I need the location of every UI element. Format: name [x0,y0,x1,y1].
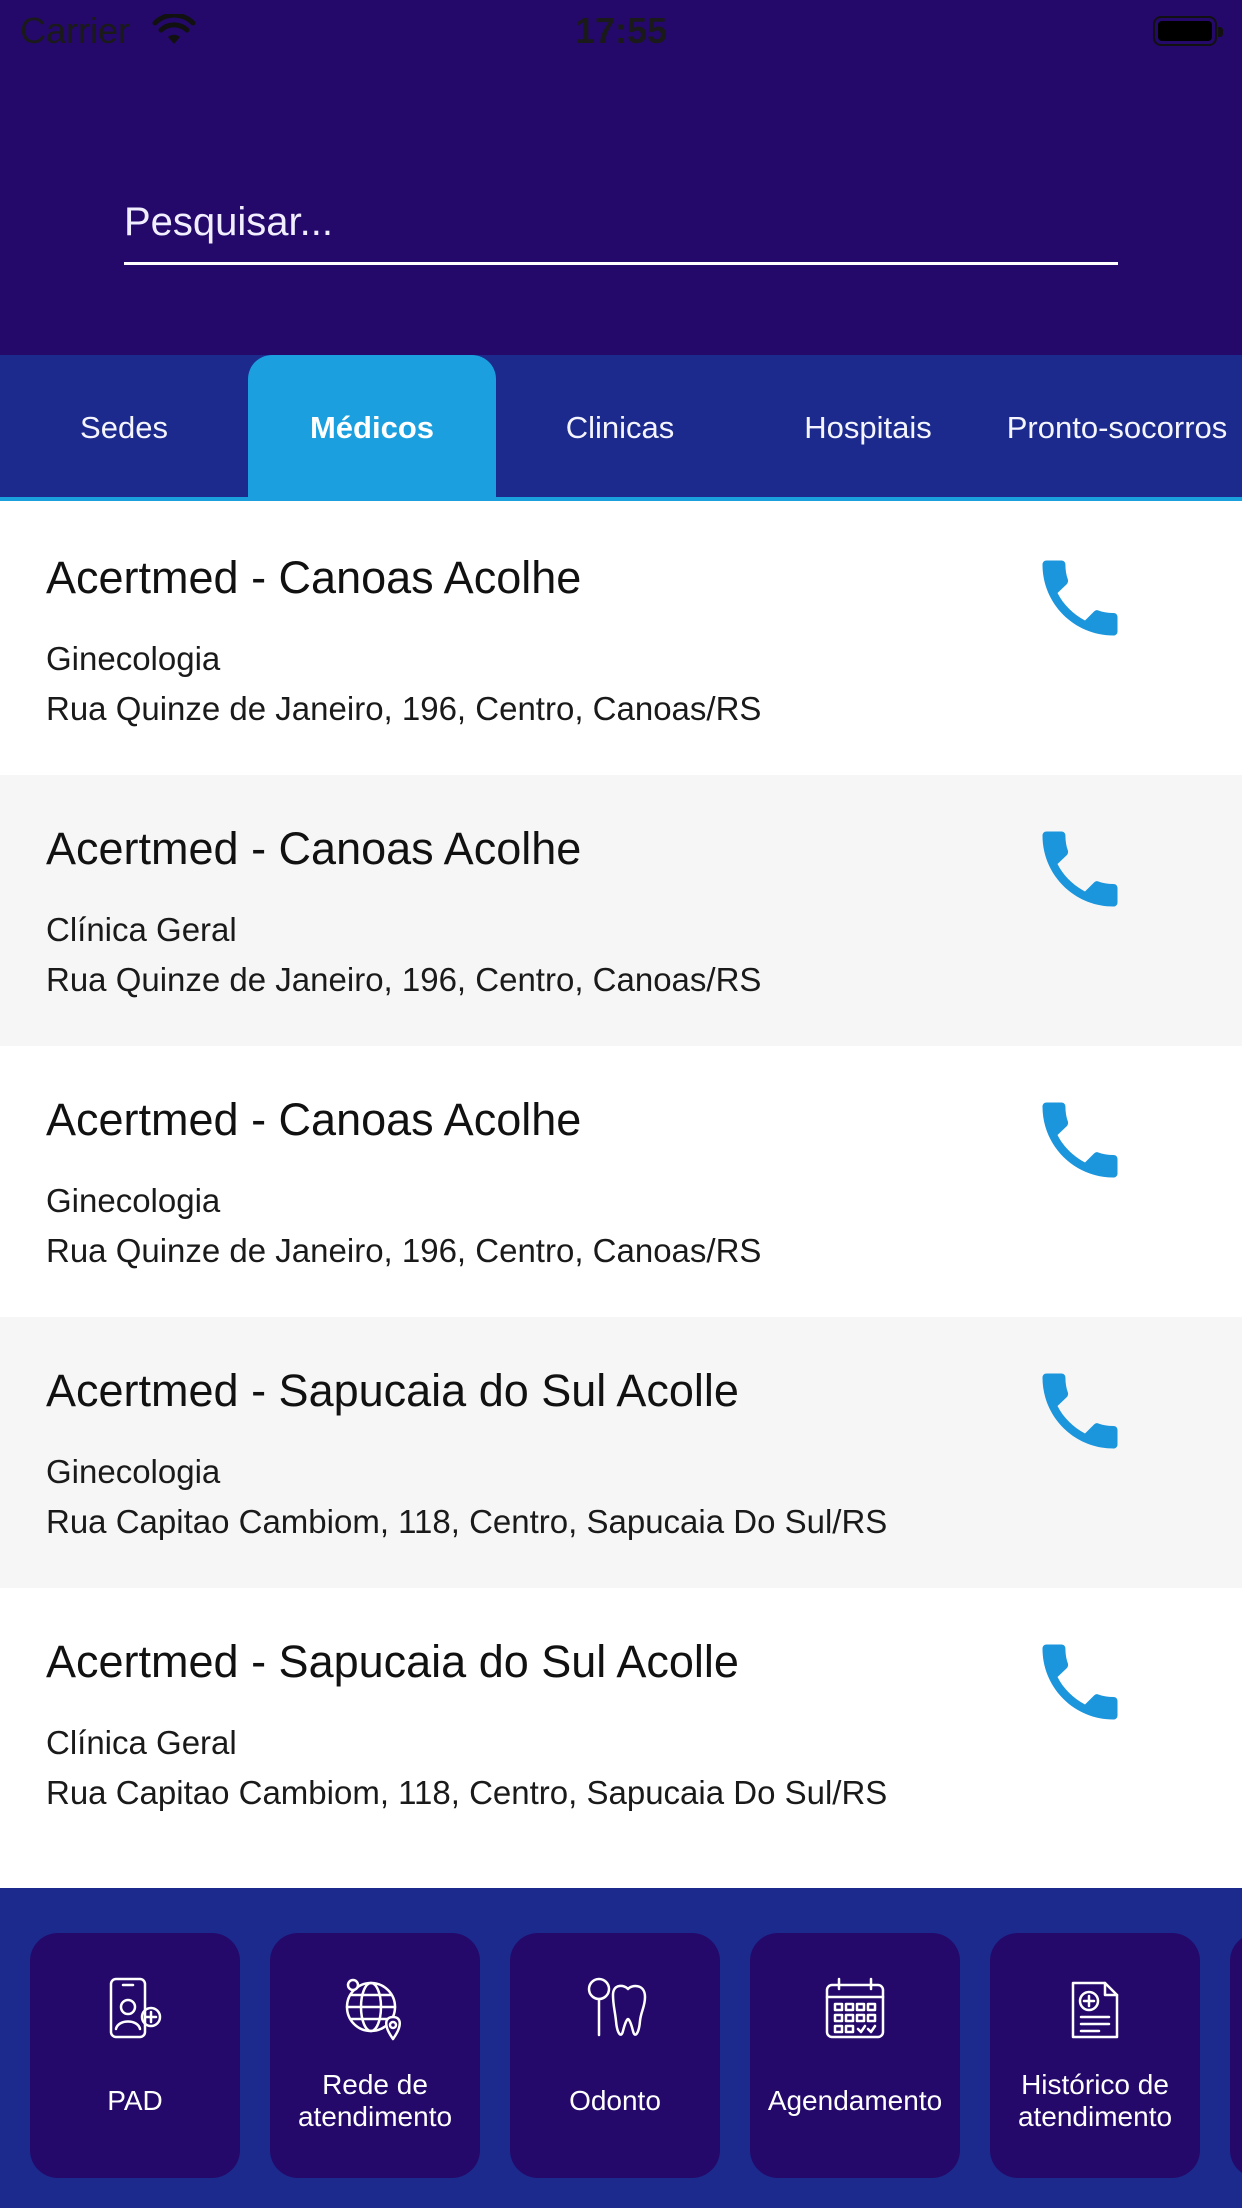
menu-card-pad[interactable]: PAD [30,1933,240,2178]
pad-icon [30,1973,240,2045]
menu-card-agendamento[interactable]: Agendamento [750,1933,960,2178]
menu-card-label: Odonto [569,2085,661,2116]
tab-label: Pronto-socorros [1006,410,1228,445]
provider-name: Acertmed - Canoas Acolhe [46,1094,582,1145]
phone-icon[interactable] [1030,1632,1130,1732]
provider-name: Acertmed - Sapucaia do Sul Acolle [46,1365,739,1416]
menu-card-label: Rede de atendimento [297,2069,453,2132]
menu-card-label: Agendamento [767,2085,943,2116]
tab-label: Sedes [80,410,168,445]
provider-name: Acertmed - Sapucaia do Sul Acolle [46,1636,739,1687]
search-field[interactable] [124,180,1118,265]
tab-sedes[interactable]: Sedes [0,355,248,501]
tab-label: Clinicas [565,410,675,445]
category-tabs: Sedes Médicos Clinicas Hospitais Pronto-… [0,355,1242,501]
tab-clinicas[interactable]: Clinicas [496,355,744,501]
provider-address: Rua Quinze de Janeiro, 196, Centro, Cano… [46,961,762,998]
tab-pronto-socorros[interactable]: Pronto-socorros [992,355,1242,501]
list-item[interactable]: Acertmed - Canoas Acolhe Clínica Geral R… [0,775,1242,1046]
provider-specialty: Clínica Geral [46,911,237,948]
tooth-icon [510,1973,720,2045]
tab-label: Médicos [309,410,435,445]
phone-icon[interactable] [1030,1090,1130,1190]
search-input[interactable] [124,194,1118,250]
provider-address: Rua Capitao Cambiom, 118, Centro, Sapuca… [46,1774,888,1811]
phone-icon[interactable] [1030,819,1130,919]
list-item[interactable]: Acertmed - Sapucaia do Sul Acolle Clínic… [0,1588,1242,1859]
menu-card-label: Histórico de atendimento [1017,2069,1173,2132]
provider-specialty: Ginecologia [46,1453,221,1490]
header: Carrier 17:55 [0,0,1242,355]
list-item[interactable]: Acertmed - Canoas Acolhe Ginecologia Rua… [0,1046,1242,1317]
phone-icon[interactable] [1030,548,1130,648]
phone-icon[interactable] [1030,1361,1130,1461]
tab-label: Hospitais [804,410,932,445]
battery-icon [1153,16,1223,46]
menu-card-rede[interactable]: Rede de atendimento [270,1933,480,2178]
medical-record-icon [990,1973,1200,2045]
clock: 17:55 [574,10,668,51]
provider-address: Rua Capitao Cambiom, 118, Centro, Sapuca… [46,1503,888,1540]
menu-card-partial[interactable] [1230,1933,1242,2178]
tab-medicos[interactable]: Médicos [248,355,496,501]
results-list: Acertmed - Canoas Acolhe Ginecologia Rua… [0,504,1242,1859]
provider-address: Rua Quinze de Janeiro, 196, Centro, Cano… [46,1232,762,1269]
network-globe-icon [270,1973,480,2045]
provider-specialty: Ginecologia [46,640,221,677]
provider-name: Acertmed - Canoas Acolhe [46,823,582,874]
status-bar: Carrier 17:55 [0,0,1242,62]
list-item[interactable]: Acertmed - Sapucaia do Sul Acolle Gineco… [0,1317,1242,1588]
menu-card-odonto[interactable]: Odonto [510,1933,720,2178]
menu-card-label: PAD [107,2085,163,2116]
bottom-menu: PAD Rede de atendimento Odonto Agendamen… [0,1888,1242,2208]
provider-name: Acertmed - Canoas Acolhe [46,552,582,603]
list-item[interactable]: Acertmed - Canoas Acolhe Ginecologia Rua… [0,504,1242,775]
provider-specialty: Ginecologia [46,1182,221,1219]
provider-specialty: Clínica Geral [46,1724,237,1761]
provider-address: Rua Quinze de Janeiro, 196, Centro, Cano… [46,690,762,727]
menu-card-historico[interactable]: Histórico de atendimento [990,1933,1200,2178]
calendar-icon [750,1973,960,2045]
tab-hospitais[interactable]: Hospitais [744,355,992,501]
